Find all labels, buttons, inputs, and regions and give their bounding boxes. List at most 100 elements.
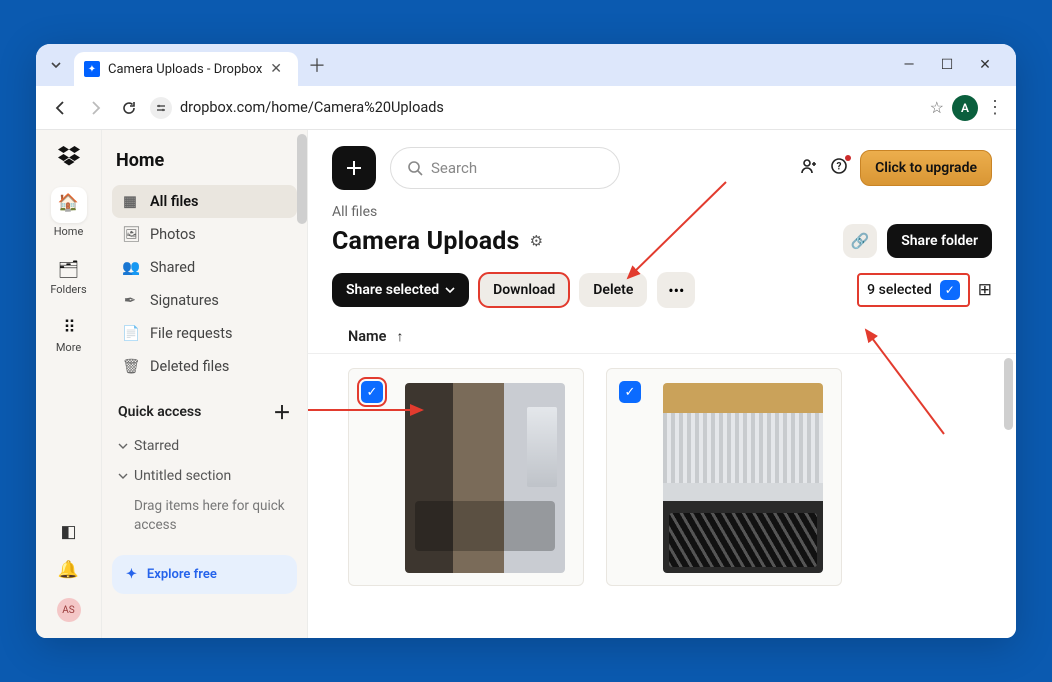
sidebar-sub-label: Starred [134,438,179,454]
plus-icon [345,159,363,177]
all-files-icon: ▦ [122,193,138,210]
sidebar-title: Home [112,142,297,185]
download-button[interactable]: Download [479,273,569,307]
close-window-icon[interactable]: ✕ [970,51,1000,79]
rail-item-home[interactable]: 🏠 Home [49,179,89,246]
signatures-icon: ✒︎ [122,292,138,309]
forward-button[interactable] [82,95,108,121]
delete-button[interactable]: Delete [579,273,647,307]
bookmark-star-icon[interactable]: ☆ [930,98,944,117]
search-icon [407,160,423,176]
thumbnail [405,383,565,573]
file-card[interactable]: ✓ [348,368,584,586]
main-header: Search ? Click to upgrade [308,130,1016,204]
more-apps-icon: ⠿ [49,320,89,337]
item-checkbox[interactable]: ✓ [361,381,383,403]
sidebar-item-all-files[interactable]: ▦ All files [112,185,297,218]
sidebar-item-label: All files [150,193,199,210]
nav-rail: 🏠 Home 🗂 Folders ⠿ More ◧ 🔔 AS [36,130,102,638]
more-actions-button[interactable]: ••• [657,272,695,308]
address-bar: dropbox.com/home/Camera%20Uploads ☆ A ⋮ [36,86,1016,130]
sidebar: Home ▦ All files 🖼 Photos 👥 Shared ✒︎Signat… [102,130,308,638]
folders-icon: 🗂 [49,262,89,279]
sidebar-scrollbar[interactable] [297,134,307,224]
file-card[interactable]: ✓ [606,368,842,586]
back-button[interactable] [48,95,74,121]
tab-title: Camera Uploads - Dropbox [108,62,262,77]
account-avatar[interactable]: AS [57,598,81,622]
view-toggle-icon[interactable]: ⊞ [978,280,992,300]
browser-window: ✦ Camera Uploads - Dropbox ✕ ＋ — ☐ ✕ dro… [36,44,1016,638]
copy-link-icon[interactable]: 🔗 [843,224,877,258]
chevron-down-icon [118,471,128,481]
minimize-icon[interactable]: — [894,51,924,79]
browser-menu-icon[interactable]: ⋮ [986,97,1004,118]
selection-indicator[interactable]: 9 selected ✓ [859,275,968,305]
site-settings-icon[interactable] [150,97,172,119]
chevron-down-icon [118,441,128,451]
share-selected-button[interactable]: Share selected [332,273,469,307]
rail-label: Home [54,225,84,238]
create-button[interactable] [332,146,376,190]
dropbox-favicon: ✦ [84,61,100,77]
breadcrumb-all-files[interactable]: All files [332,204,992,220]
sidebar-item-deleted-files[interactable]: 🗑Deleted files [112,350,297,383]
folder-settings-icon[interactable]: ⚙ [530,232,543,250]
browser-tab[interactable]: ✦ Camera Uploads - Dropbox ✕ [74,52,298,86]
maximize-icon[interactable]: ☐ [932,51,962,79]
shared-icon: 👥 [122,259,138,276]
select-all-checkbox[interactable]: ✓ [940,280,960,300]
file-grid: ✓ ✓ [308,354,1016,600]
sidebar-item-photos[interactable]: 🖼 Photos [112,218,297,251]
chevron-down-icon [445,285,455,295]
url-text[interactable]: dropbox.com/home/Camera%20Uploads [180,99,922,116]
browser-profile-avatar[interactable]: A [952,95,978,121]
tab-list-dropdown[interactable] [44,53,68,77]
reload-button[interactable] [116,95,142,121]
photos-icon: 🖼 [122,226,138,243]
item-checkbox[interactable]: ✓ [619,381,641,403]
sidebar-item-label: Photos [150,226,196,243]
sidebar-starred[interactable]: Starred [112,431,297,461]
rail-item-more[interactable]: ⠿ More [49,312,89,362]
column-header[interactable]: Name ↑ [308,308,1016,354]
app: 🏠 Home 🗂 Folders ⠿ More ◧ 🔔 AS Home ▦ All… [36,130,1016,638]
sidebar-untitled-section[interactable]: Untitled section [112,461,297,491]
dropbox-logo-icon[interactable] [58,146,80,171]
quick-access-label: Quick access [118,404,201,420]
window-controls: — ☐ ✕ [894,51,1012,79]
svg-text:?: ? [837,161,842,172]
help-icon[interactable]: ? [830,157,848,180]
sidebar-item-file-requests[interactable]: 📄File requests [112,317,297,350]
home-icon: 🏠 [58,195,79,212]
main-content: Search ? Click to upgrade All files Cam [308,130,1016,638]
content-scrollbar[interactable] [1004,358,1013,430]
sort-asc-icon: ↑ [396,328,403,345]
explore-free-banner[interactable]: ✦ Explore free [112,555,297,594]
new-tab-button[interactable]: ＋ [304,52,330,78]
sidebar-item-signatures[interactable]: ✒︎Signatures [112,284,297,317]
sidebar-item-shared[interactable]: 👥 Shared [112,251,297,284]
thumbnail [663,383,823,573]
folder-title: Camera Uploads [332,227,520,256]
search-input[interactable]: Search [390,147,620,189]
quick-access-drag-hint: Drag items here for quick access [112,491,297,545]
add-quick-access-icon[interactable]: ＋ [273,399,291,425]
rail-label: Folders [50,283,86,296]
selection-toolbar: Share selected Download Delete ••• 9 sel… [308,258,1016,308]
sparkle-icon: ✦ [126,567,137,582]
panel-toggle-icon[interactable]: ◧ [60,522,76,542]
close-tab-icon[interactable]: ✕ [270,61,282,77]
explore-label: Explore free [147,567,217,582]
sidebar-item-label: Shared [150,259,195,276]
col-name-label: Name [348,328,386,345]
alert-dot [845,155,851,161]
upgrade-button[interactable]: Click to upgrade [860,150,992,186]
notifications-icon[interactable]: 🔔 [58,560,79,580]
sidebar-item-label: Deleted files [150,358,229,375]
rail-item-folders[interactable]: 🗂 Folders [49,254,89,304]
invite-icon[interactable] [800,157,818,180]
sidebar-item-label: File requests [150,325,232,342]
share-folder-button[interactable]: Share folder [887,224,992,258]
browser-tab-strip: ✦ Camera Uploads - Dropbox ✕ ＋ — ☐ ✕ [36,44,1016,86]
